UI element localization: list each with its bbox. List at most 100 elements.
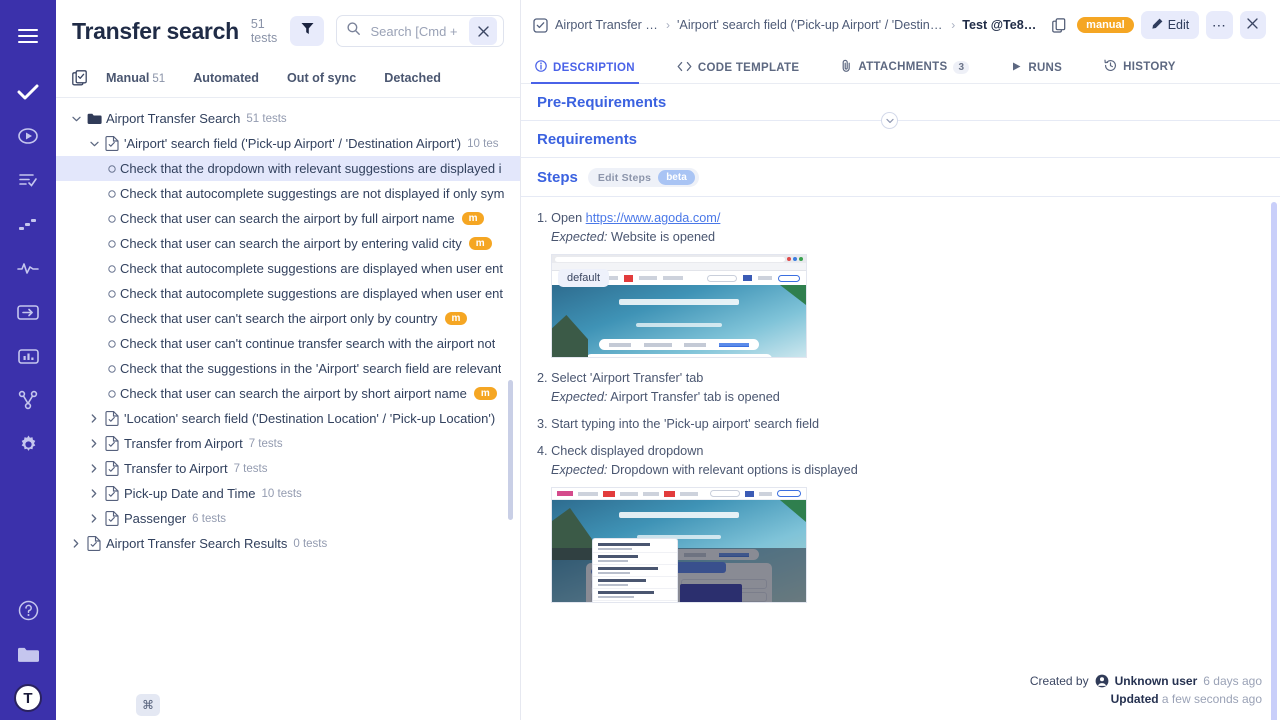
tests-list-tabs: Manual51 Automated Out of sync Detached bbox=[56, 58, 520, 98]
tree-item[interactable]: Passenger6 tests bbox=[56, 506, 520, 531]
chevron-down-icon[interactable] bbox=[86, 141, 102, 147]
tab-automated-label: Automated bbox=[193, 71, 259, 85]
tab-description[interactable]: DESCRIPTION bbox=[535, 60, 635, 83]
activity-pulse-icon[interactable] bbox=[8, 248, 48, 288]
tree-item-label: Check that autocomplete suggestions are … bbox=[120, 286, 503, 301]
tree-item[interactable]: 'Location' search field ('Destination Lo… bbox=[56, 406, 520, 431]
git-branch-icon[interactable] bbox=[8, 380, 48, 420]
filter-button[interactable] bbox=[290, 16, 324, 46]
tree-item[interactable]: Check that user can't search the airport… bbox=[56, 306, 520, 331]
step-number: 4. bbox=[537, 444, 551, 458]
search-clear-button[interactable] bbox=[469, 17, 497, 45]
tree-item[interactable]: Transfer from Airport7 tests bbox=[56, 431, 520, 456]
tree-item[interactable]: Check that autocomplete suggestions are … bbox=[56, 256, 520, 281]
tree-item[interactable]: Check that the suggestions in the 'Airpo… bbox=[56, 356, 520, 381]
breadcrumb-item-0[interactable]: Airport Transfer Se… bbox=[555, 18, 659, 32]
tree-item-count: 10 tests bbox=[262, 488, 302, 500]
gear-icon[interactable] bbox=[8, 424, 48, 464]
tests-type-icon[interactable] bbox=[72, 70, 88, 86]
search-box[interactable] bbox=[336, 15, 504, 47]
breadcrumb-item-2[interactable]: Test @Te8b2… bbox=[962, 18, 1040, 32]
tab-code-template[interactable]: CODE TEMPLATE bbox=[677, 61, 799, 83]
search-input[interactable] bbox=[368, 23, 461, 40]
breadcrumb: Airport Transfer Se… › 'Airport' search … bbox=[521, 0, 1280, 50]
tree-item[interactable]: Check that autocomplete suggestions are … bbox=[56, 281, 520, 306]
tree-item[interactable]: 'Airport' search field ('Pick-up Airport… bbox=[56, 131, 520, 156]
section-requirements[interactable]: Requirements bbox=[521, 121, 1280, 158]
status-circle-icon bbox=[104, 265, 120, 273]
tab-automated[interactable]: Automated bbox=[193, 65, 259, 91]
tree-item-count: 10 tes bbox=[467, 138, 498, 150]
suite-icon bbox=[102, 486, 122, 501]
tree-item[interactable]: Transfer to Airport7 tests bbox=[56, 456, 520, 481]
import-box-icon[interactable] bbox=[8, 292, 48, 332]
tree-item-label: Airport Transfer Search bbox=[106, 111, 240, 126]
status-circle-icon bbox=[104, 240, 120, 248]
step-link[interactable]: https://www.agoda.com/ bbox=[586, 211, 721, 225]
bar-chart-icon[interactable] bbox=[8, 336, 48, 376]
tree-item[interactable]: Check that autocomplete suggestings are … bbox=[56, 181, 520, 206]
chevron-right-icon[interactable] bbox=[86, 439, 102, 448]
chevron-right-icon[interactable] bbox=[86, 489, 102, 498]
tree-item[interactable]: Airport Transfer Search51 tests bbox=[56, 106, 520, 131]
beta-badge: beta bbox=[658, 170, 695, 185]
status-circle-icon bbox=[104, 290, 120, 298]
tree-item[interactable]: Check that user can't continue transfer … bbox=[56, 331, 520, 356]
tab-manual[interactable]: Manual51 bbox=[106, 65, 165, 91]
user-avatar[interactable]: T bbox=[14, 684, 42, 712]
expected-value: Airport Transfer' tab is opened bbox=[607, 390, 779, 404]
section-pre-requirements[interactable]: Pre-Requirements bbox=[521, 84, 1280, 121]
tree-item-label: 'Airport' search field ('Pick-up Airport… bbox=[124, 136, 461, 151]
tree-item[interactable]: Check that user can search the airport b… bbox=[56, 381, 520, 406]
tests-list-scrollbar[interactable] bbox=[508, 380, 513, 520]
tab-detached-label: Detached bbox=[384, 71, 441, 85]
play-circle-icon[interactable] bbox=[8, 116, 48, 156]
more-options-button[interactable]: ⋯ bbox=[1206, 11, 1232, 39]
step-item: 2. Select 'Airport Transfer' tabExpected… bbox=[537, 371, 1264, 404]
created-by-label: Created by bbox=[1030, 672, 1089, 690]
edit-steps-label: Edit Steps bbox=[598, 172, 651, 184]
suite-icon bbox=[102, 436, 122, 451]
tree-item[interactable]: Check that user can search the airport b… bbox=[56, 231, 520, 256]
tab-runs[interactable]: RUNS bbox=[1011, 61, 1062, 83]
breadcrumb-item-1[interactable]: 'Airport' search field ('Pick-up Airport… bbox=[677, 18, 944, 32]
tab-attachments[interactable]: ATTACHMENTS 3 bbox=[841, 59, 969, 83]
close-panel-button[interactable] bbox=[1240, 11, 1266, 39]
collapse-handle[interactable] bbox=[881, 112, 898, 129]
edit-button[interactable]: Edit bbox=[1141, 11, 1200, 39]
folder-icon[interactable] bbox=[8, 634, 48, 674]
left-nav-rail: T bbox=[0, 0, 56, 720]
tree-item[interactable]: Check that user can search the airport b… bbox=[56, 206, 520, 231]
step-item: 4. Check displayed dropdownExpected: Dro… bbox=[537, 444, 1264, 603]
created-by-user: Unknown user bbox=[1115, 672, 1198, 690]
copy-icon[interactable] bbox=[1047, 18, 1070, 33]
chevron-down-icon[interactable] bbox=[68, 116, 84, 122]
chevron-right-icon[interactable] bbox=[68, 539, 84, 548]
hamburger-menu-icon[interactable] bbox=[8, 16, 48, 56]
help-circle-icon[interactable] bbox=[8, 590, 48, 630]
steps-icon[interactable] bbox=[8, 204, 48, 244]
tree-item[interactable]: Airport Transfer Search Results0 tests bbox=[56, 531, 520, 556]
chevron-right-icon[interactable] bbox=[86, 414, 102, 423]
status-circle-icon bbox=[104, 340, 120, 348]
page-title: Transfer search bbox=[72, 18, 239, 45]
edit-steps-button[interactable]: Edit Steps beta bbox=[588, 168, 699, 187]
tab-detached[interactable]: Detached bbox=[384, 65, 441, 91]
tree-item[interactable]: Pick-up Date and Time10 tests bbox=[56, 481, 520, 506]
check-icon[interactable] bbox=[8, 72, 48, 112]
tab-out-of-sync[interactable]: Out of sync bbox=[287, 65, 356, 91]
step-screenshot[interactable] bbox=[551, 487, 807, 603]
code-icon bbox=[677, 61, 692, 75]
command-key-button[interactable]: ⌘ bbox=[136, 694, 160, 716]
detail-scrollbar[interactable] bbox=[1271, 202, 1277, 720]
chevron-right-icon[interactable] bbox=[86, 514, 102, 523]
list-check-icon[interactable] bbox=[8, 160, 48, 200]
chevron-right-icon[interactable] bbox=[86, 464, 102, 473]
tab-description-label: DESCRIPTION bbox=[553, 62, 635, 74]
tree-item-label: Check that user can search the airport b… bbox=[120, 386, 467, 401]
tree-item[interactable]: Check that the dropdown with relevant su… bbox=[56, 156, 520, 181]
tab-history-label: HISTORY bbox=[1123, 61, 1176, 73]
step-screenshot[interactable]: default bbox=[551, 254, 807, 358]
tab-history[interactable]: HISTORY bbox=[1104, 59, 1176, 83]
step-action: Select 'Airport Transfer' tab bbox=[551, 371, 703, 385]
